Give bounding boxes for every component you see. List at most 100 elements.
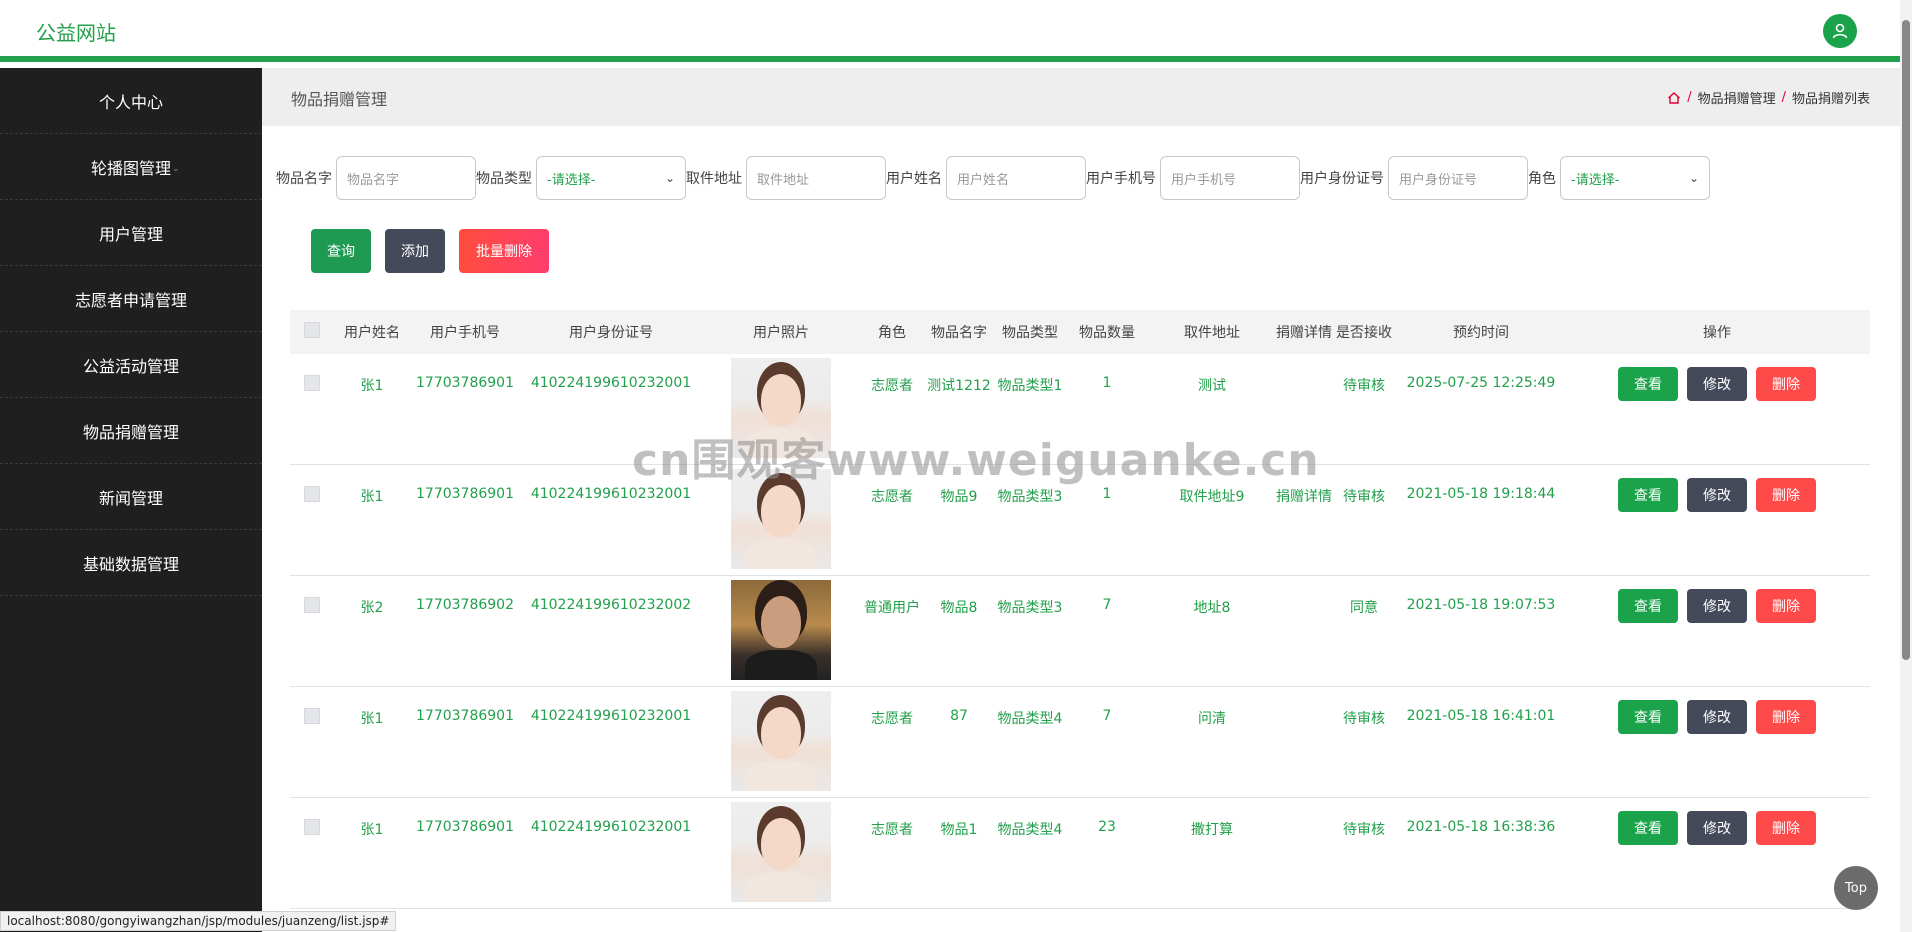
sidebar-item[interactable]: 物品捐赠管理 xyxy=(0,398,262,464)
column-header: 物品名字 xyxy=(931,325,987,341)
sidebar-item[interactable]: 基础数据管理 ⌄ xyxy=(0,530,262,596)
row-actions: 查看 修改 删除 xyxy=(1564,367,1870,401)
cell-role: 志愿者 xyxy=(871,711,913,727)
breadcrumb-item-current: 物品捐赠列表 xyxy=(1791,92,1870,107)
delete-button[interactable]: 删除 xyxy=(1756,811,1816,845)
user-photo xyxy=(731,691,831,791)
query-button[interactable]: 查询 xyxy=(311,229,371,273)
user-avatar-button[interactable] xyxy=(1823,14,1857,48)
cell-pickup-address: 问清 xyxy=(1198,711,1226,727)
cell-accept-status: 待审核 xyxy=(1343,489,1385,505)
delete-button[interactable]: 删除 xyxy=(1756,700,1816,734)
cell-item-quantity: 7 xyxy=(1102,708,1112,724)
title-bar: 物品捐赠管理 / 物品捐赠管理 / 物品捐赠列表 xyxy=(262,68,1900,126)
cell-item-type: 物品类型1 xyxy=(997,378,1063,394)
cell-item-quantity: 1 xyxy=(1102,486,1112,502)
role-select[interactable]: -请选择- ⌄ xyxy=(1560,156,1710,200)
item-type-select[interactable]: -请选择- ⌄ xyxy=(536,156,686,200)
page-scrollbar[interactable] xyxy=(1900,0,1912,932)
row-checkbox[interactable] xyxy=(304,708,320,724)
select-all-checkbox[interactable] xyxy=(304,322,320,338)
delete-button[interactable]: 删除 xyxy=(1756,478,1816,512)
site-brand[interactable]: 公益网站 xyxy=(36,17,116,46)
cell-donation-detail[interactable]: 捐赠详情 xyxy=(1276,465,1332,506)
sidebar-item-label: 公益活动管理 xyxy=(82,356,179,376)
column-header: 用户手机号 xyxy=(430,325,500,341)
breadcrumb: / 物品捐赠管理 / 物品捐赠列表 xyxy=(1667,88,1870,107)
add-button[interactable]: 添加 xyxy=(385,229,445,273)
delete-button[interactable]: 删除 xyxy=(1756,589,1816,623)
photo-face xyxy=(761,374,801,426)
table-row: 张1 17703786901 410224199610232001 志愿者 物品9 物品类… xyxy=(290,465,1870,576)
table-row: 张1 17703786901 410224199610232001 志愿者 物品1 物品类… xyxy=(290,798,1870,909)
sidebar-item[interactable]: 个人中心 xyxy=(0,68,262,134)
filter-label-item-type: 物品类型 xyxy=(476,171,532,187)
column-header: 是否接收 xyxy=(1336,325,1392,341)
row-checkbox[interactable] xyxy=(304,375,320,391)
cell-item-quantity: 23 xyxy=(1098,819,1116,835)
cell-user-name: 张2 xyxy=(360,600,384,616)
edit-button[interactable]: 修改 xyxy=(1687,478,1747,512)
sidebar-item[interactable]: 轮播图管理 ⌄ xyxy=(0,134,262,200)
edit-button[interactable]: 修改 xyxy=(1687,367,1747,401)
sidebar-item[interactable]: 用户管理 xyxy=(0,200,262,266)
row-checkbox[interactable] xyxy=(304,819,320,835)
photo-face xyxy=(761,818,801,870)
cell-operations: 查看 修改 删除 xyxy=(1564,798,1870,845)
cell-item-name: 测试1212 xyxy=(927,378,991,394)
user-phone-input[interactable]: 用户手机号 xyxy=(1160,156,1300,200)
batch-delete-button[interactable]: 批量删除 xyxy=(459,229,549,273)
chevron-down-icon: ⌄ xyxy=(664,171,675,185)
cell-item-type: 物品类型3 xyxy=(997,489,1063,505)
row-checkbox[interactable] xyxy=(304,597,320,613)
table-row: 张1 17703786901 410224199610232001 志愿者 测试1212… xyxy=(290,354,1870,465)
view-button[interactable]: 查看 xyxy=(1618,367,1678,401)
row-checkbox-cell xyxy=(290,354,334,395)
edit-button[interactable]: 修改 xyxy=(1687,700,1747,734)
cell-user-idcard: 410224199610232002 xyxy=(530,597,692,613)
sidebar-item[interactable]: 新闻管理 xyxy=(0,464,262,530)
view-button[interactable]: 查看 xyxy=(1618,478,1678,512)
cell-user-phone: 17703786902 xyxy=(416,597,514,613)
edit-button[interactable]: 修改 xyxy=(1687,811,1747,845)
cell-user-name: 张1 xyxy=(360,822,384,838)
cell-pickup-address: 地址8 xyxy=(1193,600,1231,616)
table-body: 张1 17703786901 410224199610232001 志愿者 测试1212… xyxy=(290,354,1870,909)
photo-body xyxy=(745,428,817,458)
cell-accept-status: 待审核 xyxy=(1343,822,1385,838)
scrollbar-thumb[interactable] xyxy=(1902,20,1910,660)
action-buttons: 查询 添加 批量删除 xyxy=(311,229,549,273)
delete-button[interactable]: 删除 xyxy=(1756,367,1816,401)
edit-button[interactable]: 修改 xyxy=(1687,589,1747,623)
filter-label-pickup-address: 取件地址 xyxy=(686,171,742,187)
breadcrumb-item-module[interactable]: 物品捐赠管理 xyxy=(1698,88,1776,107)
sidebar-item[interactable]: 公益活动管理 xyxy=(0,332,262,398)
row-actions: 查看 修改 删除 xyxy=(1564,811,1870,845)
cell-item-name: 物品1 xyxy=(940,822,978,838)
home-icon[interactable] xyxy=(1667,91,1681,105)
cell-user-photo xyxy=(702,354,860,458)
breadcrumb-separator: / xyxy=(1781,90,1786,105)
cell-donation-detail xyxy=(1276,354,1330,375)
select-all-cell xyxy=(290,322,334,342)
cell-item-quantity: 1 xyxy=(1102,375,1112,391)
view-button[interactable]: 查看 xyxy=(1618,811,1678,845)
view-button[interactable]: 查看 xyxy=(1618,589,1678,623)
pickup-address-input[interactable]: 取件地址 xyxy=(746,156,886,200)
user-photo xyxy=(731,580,831,680)
sidebar-item[interactable]: 志愿者申请管理 ⌄ xyxy=(0,266,262,332)
cell-operations: 查看 修改 删除 xyxy=(1564,465,1870,512)
chevron-down-icon: ⌄ xyxy=(172,164,180,174)
back-to-top-button[interactable]: Top xyxy=(1834,866,1878,910)
search-filters: 物品名字 物品名字 物品类型 -请选择- ⌄ 取件地址 取件地址 用户姓名 用户… xyxy=(276,156,1710,200)
user-photo xyxy=(731,469,831,569)
user-idcard-input[interactable]: 用户身份证号 xyxy=(1388,156,1528,200)
cell-operations: 查看 修改 删除 xyxy=(1564,687,1870,734)
sidebar-item-label: 用户管理 xyxy=(98,224,163,244)
photo-body xyxy=(745,761,817,791)
row-checkbox[interactable] xyxy=(304,486,320,502)
view-button[interactable]: 查看 xyxy=(1618,700,1678,734)
user-name-input[interactable]: 用户姓名 xyxy=(946,156,1086,200)
cell-appointment-time: 2021-05-18 16:41:01 xyxy=(1406,708,1556,724)
item-name-input[interactable]: 物品名字 xyxy=(336,156,476,200)
